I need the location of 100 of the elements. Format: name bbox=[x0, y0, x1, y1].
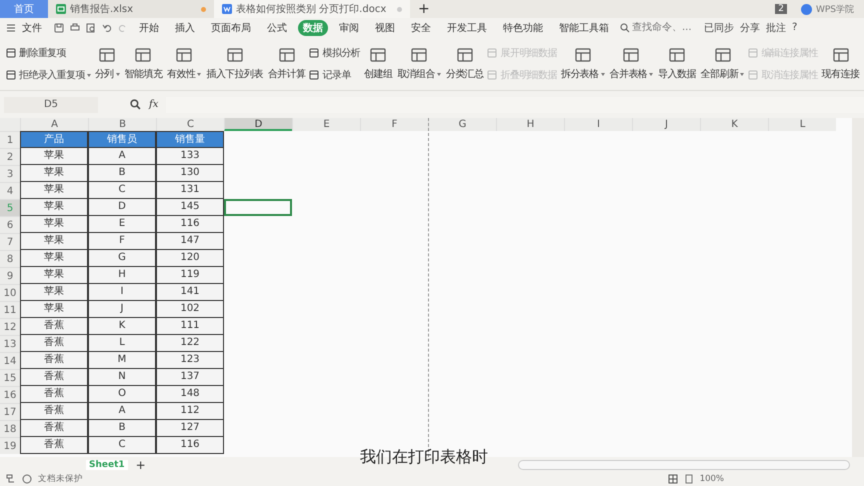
undo-icon[interactable] bbox=[102, 22, 112, 33]
ribbon-button[interactable]: 合并计算 bbox=[266, 44, 306, 83]
table-cell: H bbox=[88, 266, 156, 284]
sheet-tab[interactable]: Sheet1 bbox=[86, 460, 128, 470]
row-header[interactable]: 2 bbox=[0, 148, 20, 165]
column-header[interactable]: D bbox=[224, 118, 292, 131]
row-header[interactable]: 15 bbox=[0, 368, 20, 386]
file-menu[interactable]: 文件 bbox=[22, 20, 42, 35]
spreadsheet-file-icon bbox=[56, 4, 66, 14]
ribbon-button[interactable]: 模拟分析 bbox=[309, 46, 360, 60]
menu-tab[interactable]: 公式 bbox=[262, 20, 292, 36]
save-icon[interactable] bbox=[54, 22, 64, 33]
column-header[interactable]: J bbox=[632, 118, 700, 131]
table-cell: C bbox=[88, 436, 156, 454]
tree-icon[interactable] bbox=[6, 474, 16, 484]
ribbon-button[interactable]: 现有连接 bbox=[820, 44, 860, 83]
new-tab-button[interactable]: + bbox=[418, 1, 430, 17]
column-header[interactable]: F bbox=[360, 118, 428, 131]
preview-icon[interactable] bbox=[86, 22, 96, 33]
horizontal-scrollbar[interactable] bbox=[518, 460, 850, 470]
row-header[interactable]: 18 bbox=[0, 420, 20, 437]
menu-icon[interactable] bbox=[6, 22, 16, 33]
ribbon-button[interactable]: 取消组合 bbox=[396, 44, 442, 83]
column-header[interactable]: G bbox=[428, 118, 496, 131]
column-header[interactable]: B bbox=[88, 118, 156, 131]
page-view-icon[interactable] bbox=[684, 474, 694, 484]
row-header[interactable]: 6 bbox=[0, 216, 20, 233]
column-header[interactable]: E bbox=[292, 118, 360, 131]
toolbar-action[interactable]: 批注 bbox=[766, 20, 786, 35]
row-header[interactable]: 13 bbox=[0, 334, 20, 352]
ribbon-button[interactable]: 全部刷新 bbox=[700, 44, 746, 83]
menu-tab[interactable]: 智能工具箱 bbox=[554, 20, 614, 36]
menu-tab[interactable]: 插入 bbox=[170, 20, 200, 36]
row-header[interactable]: 7 bbox=[0, 232, 20, 250]
ribbon-button[interactable]: 创建组 bbox=[363, 44, 394, 83]
normal-view-icon[interactable] bbox=[668, 474, 678, 484]
table-cell: E bbox=[88, 216, 156, 233]
table-icon bbox=[6, 70, 16, 80]
notification-badge[interactable]: 2 bbox=[775, 4, 787, 14]
name-box[interactable]: D5 bbox=[4, 96, 98, 113]
column-header[interactable]: K bbox=[700, 118, 768, 131]
file-tab[interactable]: 销售报告.xlsx bbox=[48, 0, 214, 18]
table-icon bbox=[748, 70, 758, 80]
ribbon-button[interactable]: 分列 bbox=[94, 44, 121, 83]
avatar-icon[interactable] bbox=[800, 4, 812, 14]
row-header[interactable]: 10 bbox=[0, 284, 20, 301]
table-cell: B bbox=[88, 164, 156, 182]
account-name[interactable]: WPS学院 bbox=[816, 2, 854, 16]
zoom-level[interactable]: 100% bbox=[700, 474, 724, 484]
column-header[interactable]: L bbox=[768, 118, 836, 131]
table-cell: 141 bbox=[156, 284, 224, 301]
print-icon[interactable] bbox=[70, 22, 80, 33]
ribbon-button[interactable]: 插入下拉列表 bbox=[205, 44, 264, 83]
row-header[interactable]: 14 bbox=[0, 352, 20, 369]
ribbon-button[interactable]: 删除重复项 bbox=[6, 46, 91, 60]
ribbon-button[interactable]: 拆分表格 bbox=[560, 44, 606, 83]
ribbon-button[interactable]: 拒绝录入重复项 bbox=[6, 68, 91, 82]
ribbon-button[interactable]: 记录单 bbox=[309, 68, 360, 82]
toolbar-action[interactable]: 分享 bbox=[740, 20, 760, 35]
row-header[interactable]: 4 bbox=[0, 182, 20, 199]
add-sheet-button[interactable]: + bbox=[136, 458, 146, 472]
ribbon-button[interactable]: 合并表格 bbox=[608, 44, 654, 83]
row-header[interactable]: 9 bbox=[0, 266, 20, 284]
menu-tab[interactable]: 页面布局 bbox=[206, 20, 256, 36]
ribbon-button[interactable]: 有效性 bbox=[166, 44, 202, 83]
column-header[interactable]: I bbox=[564, 118, 632, 131]
menu-tab[interactable]: 安全 bbox=[406, 20, 436, 36]
ribbon-button[interactable]: 导入数据 bbox=[657, 44, 697, 83]
toolbar-action[interactable]: 已同步 bbox=[704, 20, 734, 35]
row-header[interactable]: 17 bbox=[0, 402, 20, 420]
row-header[interactable]: 16 bbox=[0, 386, 20, 403]
menu-tab[interactable]: 审阅 bbox=[334, 20, 364, 36]
column-header[interactable]: H bbox=[496, 118, 564, 131]
function-label[interactable]: fx bbox=[149, 99, 158, 110]
row-header[interactable]: 8 bbox=[0, 250, 20, 267]
search-icon bbox=[620, 22, 630, 33]
menu-tab[interactable]: 开始 bbox=[134, 20, 164, 36]
row-header[interactable]: 19 bbox=[0, 436, 20, 454]
ribbon-button[interactable]: 智能填充 bbox=[124, 44, 164, 83]
row-header[interactable]: 1 bbox=[0, 130, 20, 148]
row-header[interactable]: 3 bbox=[0, 164, 20, 182]
table-icon bbox=[135, 46, 152, 63]
column-header[interactable]: A bbox=[20, 118, 88, 131]
menu-tab[interactable]: 特色功能 bbox=[498, 20, 548, 36]
help-button[interactable]: ? bbox=[792, 22, 798, 34]
menu-tab[interactable]: 视图 bbox=[370, 20, 400, 36]
row-header[interactable]: 12 bbox=[0, 318, 20, 335]
table-cell: 香蕉 bbox=[20, 318, 88, 335]
table-icon bbox=[487, 70, 498, 80]
menu-tab[interactable]: 开发工具 bbox=[442, 20, 492, 36]
file-tab[interactable]: 表格如何按照类别 分页打印.docx bbox=[214, 0, 410, 18]
row-header[interactable]: 11 bbox=[0, 300, 20, 318]
table-cell: 苹果 bbox=[20, 216, 88, 233]
menu-tab[interactable]: 数据 bbox=[298, 20, 328, 36]
search-field[interactable]: 查找命令、... bbox=[620, 22, 698, 34]
zoom-icon[interactable] bbox=[130, 99, 141, 110]
column-header[interactable]: C bbox=[156, 118, 224, 131]
ribbon-button[interactable]: 分类汇总 bbox=[444, 44, 484, 83]
file-tab[interactable]: 首页 bbox=[0, 0, 48, 18]
table-icon bbox=[370, 46, 386, 63]
